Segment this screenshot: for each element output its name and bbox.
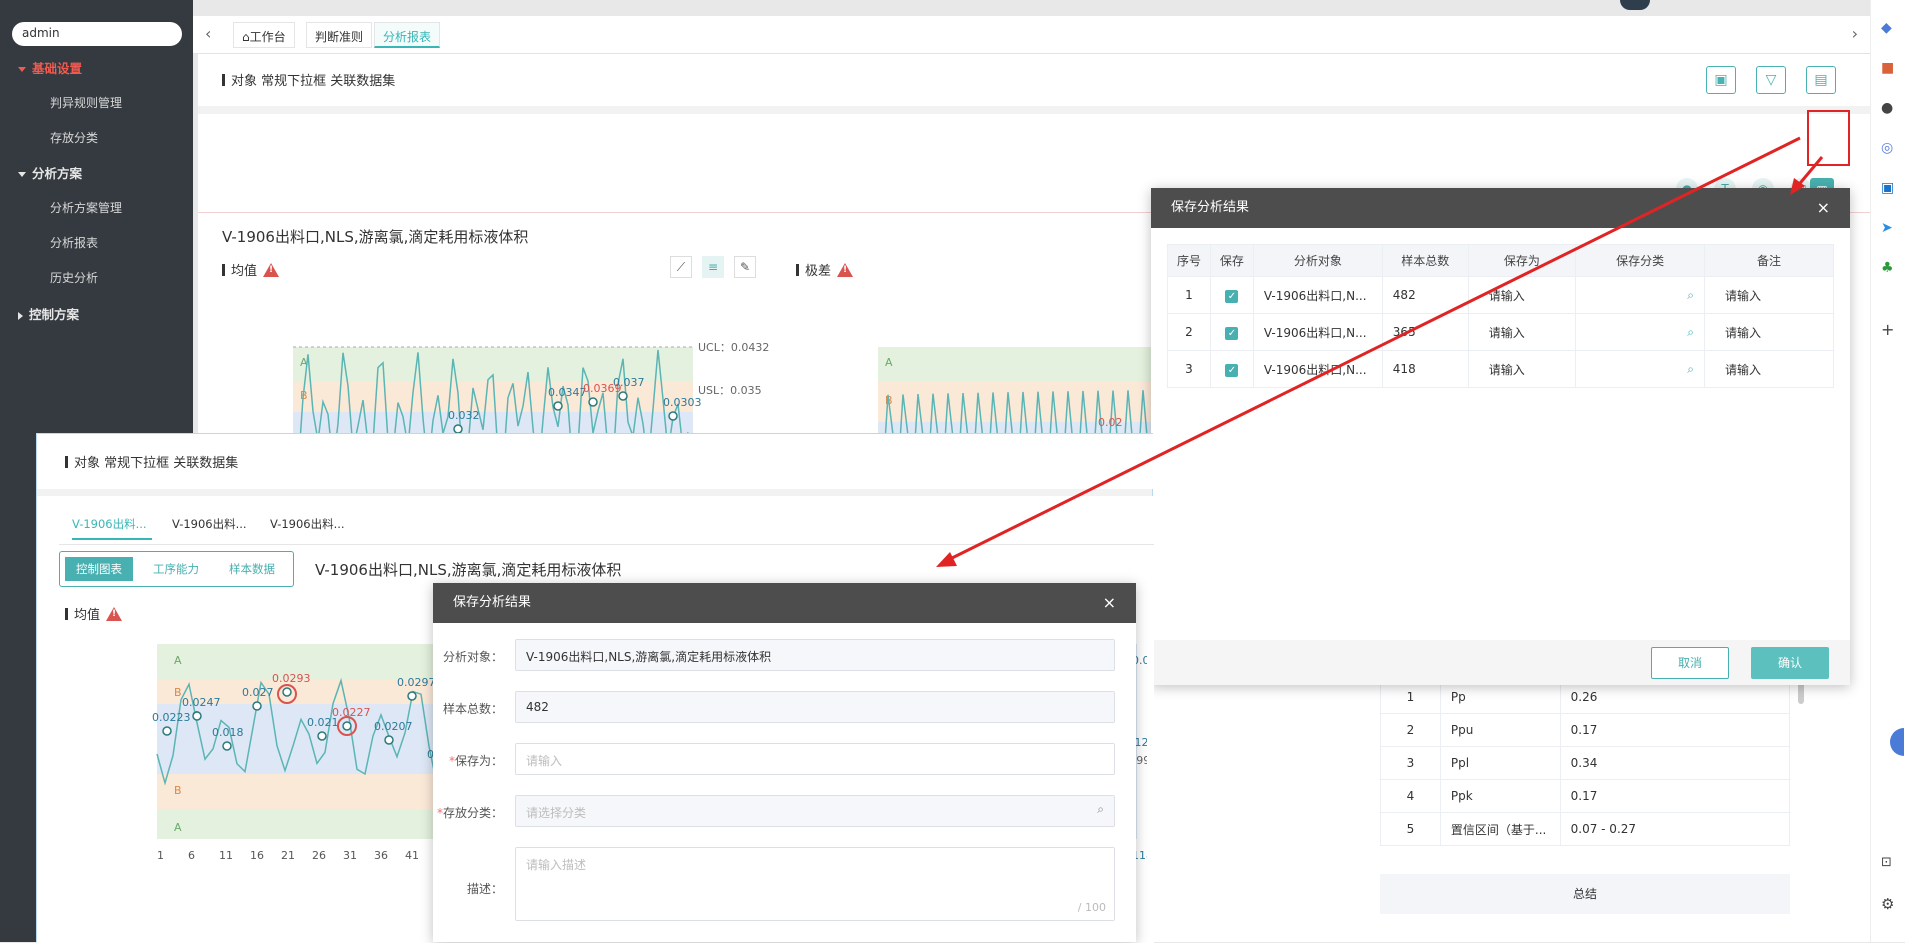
annotation-layer (936, 110, 1850, 567)
highlight-box (1807, 110, 1850, 166)
arrow-to-modal2 (947, 136, 1801, 562)
arrow-head (936, 552, 957, 567)
